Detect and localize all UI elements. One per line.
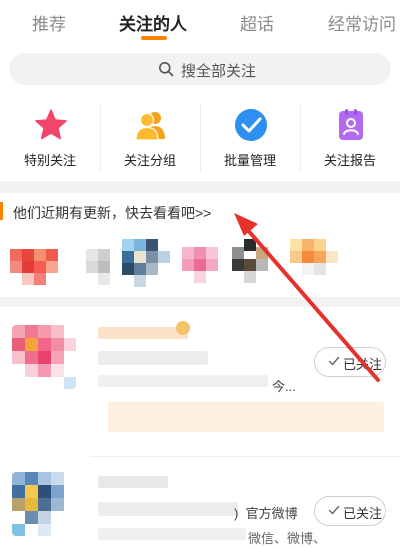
search-placeholder: 搜全部关注 bbox=[181, 63, 257, 80]
avatar[interactable] bbox=[182, 239, 230, 285]
avatar[interactable] bbox=[232, 239, 282, 285]
post-snippet: 微信、微博、 bbox=[248, 531, 327, 546]
post-preview-redacted bbox=[98, 528, 246, 540]
check-icon bbox=[328, 356, 340, 366]
avatar[interactable] bbox=[290, 239, 346, 285]
avatar[interactable] bbox=[12, 325, 76, 389]
username-redacted bbox=[98, 476, 168, 488]
tab-frequent-visits[interactable]: 经常访问 bbox=[328, 10, 396, 35]
username-redacted bbox=[98, 327, 188, 339]
follow-groups-label: 关注分组 bbox=[123, 153, 176, 168]
badge-icon bbox=[176, 321, 190, 335]
following-label: 已关注 bbox=[343, 506, 383, 521]
description-redacted bbox=[98, 351, 208, 365]
follow-report-label: 关注报告 bbox=[323, 153, 376, 168]
following-label: 已关注 bbox=[343, 357, 383, 372]
people-group-icon bbox=[135, 112, 165, 141]
tab-following[interactable]: 关注的人 bbox=[119, 10, 187, 35]
section-divider bbox=[0, 297, 400, 307]
special-follow-label: 特别关注 bbox=[23, 153, 76, 168]
batch-manage-label: 批量管理 bbox=[223, 153, 276, 168]
star-icon bbox=[35, 109, 67, 140]
follow-groups-button[interactable]: 关注分组 bbox=[100, 96, 200, 180]
tab-recommend[interactable]: 推荐 bbox=[32, 10, 66, 35]
description-redacted bbox=[98, 502, 238, 516]
following-button[interactable]: 已关注 bbox=[314, 496, 386, 526]
recent-updates-link[interactable]: 他们近期有更新，快去看看吧>> bbox=[13, 203, 211, 223]
special-follow-button[interactable]: 特别关注 bbox=[0, 96, 100, 180]
top-tab-bar: 推荐 关注的人 超话 经常访问 bbox=[0, 0, 400, 44]
section-divider bbox=[0, 181, 400, 193]
avatar[interactable] bbox=[12, 472, 76, 536]
post-preview-redacted bbox=[98, 375, 268, 387]
post-snippet: 今... bbox=[272, 379, 296, 394]
avatar[interactable] bbox=[74, 239, 110, 285]
avatar[interactable] bbox=[122, 239, 174, 287]
quoted-post-redacted bbox=[108, 402, 384, 432]
search-bar[interactable]: 搜全部关注 bbox=[9, 53, 391, 85]
quick-actions: 特别关注 关注分组 批量管理 关注报告 bbox=[0, 96, 400, 180]
search-icon bbox=[159, 62, 174, 77]
divider bbox=[90, 456, 400, 457]
recent-avatars-row bbox=[0, 239, 400, 293]
report-icon bbox=[339, 109, 363, 140]
check-circle-icon bbox=[235, 109, 267, 141]
follow-report-button[interactable]: 关注报告 bbox=[300, 96, 400, 180]
accent-bar bbox=[0, 202, 3, 220]
tab-super-topic[interactable]: 超话 bbox=[240, 10, 274, 35]
active-tab-indicator bbox=[141, 36, 167, 40]
following-button[interactable]: 已关注 bbox=[314, 347, 386, 377]
check-icon bbox=[328, 505, 340, 515]
follow-list-item[interactable]: ) 官方微博 微信、微博、 已关注 bbox=[0, 458, 400, 548]
avatar[interactable] bbox=[10, 239, 62, 285]
follow-list-item[interactable]: 今... 已关注 bbox=[0, 307, 400, 457]
verified-tag: ) 官方微博 bbox=[234, 506, 298, 521]
recent-updates-section[interactable]: 他们近期有更新，快去看看吧>> bbox=[0, 193, 400, 297]
batch-manage-button[interactable]: 批量管理 bbox=[200, 96, 300, 180]
